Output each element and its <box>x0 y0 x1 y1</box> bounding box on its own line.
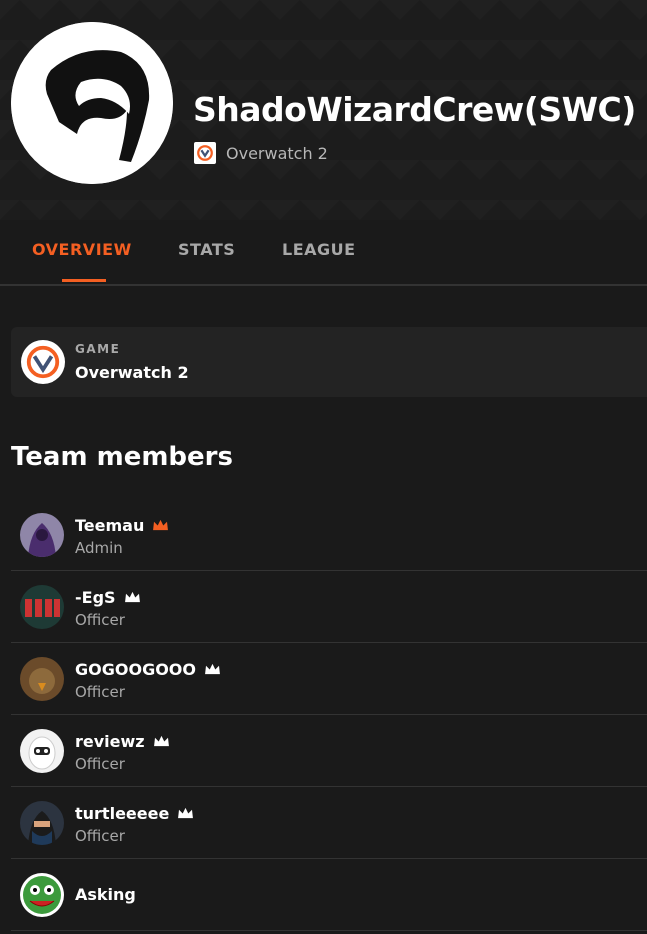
member-name: Teemau <box>75 516 169 535</box>
member-name: -EgS <box>75 588 141 607</box>
crown-icon <box>178 807 194 819</box>
member-name: Asking <box>75 885 136 904</box>
avatar <box>20 513 64 557</box>
team-logo <box>11 22 173 184</box>
game-card-label: GAME <box>75 342 121 356</box>
member-role: Officer <box>75 683 125 701</box>
member-name: reviewz <box>75 732 170 751</box>
member-row[interactable]: turtleeeee Officer <box>11 787 647 859</box>
member-row[interactable]: Asking <box>11 859 647 931</box>
crown-icon <box>124 591 140 603</box>
game-card-value: Overwatch 2 <box>75 363 189 382</box>
avatar <box>20 585 64 629</box>
team-header: ShadoWizardCrew(SWC) Overwatch 2 <box>0 0 647 220</box>
member-list: Teemau Admin -EgS Officer GOGOOGOOO Offi… <box>11 499 647 931</box>
game-card[interactable]: GAME Overwatch 2 <box>11 327 647 397</box>
crown-icon <box>153 735 169 747</box>
member-name: turtleeeee <box>75 804 194 823</box>
tab-overview[interactable]: OVERVIEW <box>32 240 132 259</box>
overwatch-icon <box>21 340 65 384</box>
member-row[interactable]: -EgS Officer <box>11 571 647 643</box>
profile-tabs: OVERVIEW STATS LEAGUE <box>0 220 647 286</box>
member-name-text: reviewz <box>75 732 145 751</box>
member-role: Admin <box>75 539 123 557</box>
team-game[interactable]: Overwatch 2 <box>194 142 328 164</box>
active-tab-indicator <box>62 279 106 282</box>
member-role: Officer <box>75 611 125 629</box>
member-name-text: Teemau <box>75 516 145 535</box>
members-section-title: Team members <box>11 442 233 472</box>
member-name-text: GOGOOGOOO <box>75 660 197 679</box>
avatar <box>20 873 64 917</box>
team-name: ShadoWizardCrew(SWC) <box>193 90 636 129</box>
member-row[interactable]: GOGOOGOOO Officer <box>11 643 647 715</box>
tab-league[interactable]: LEAGUE <box>282 240 356 259</box>
tab-stats[interactable]: STATS <box>178 240 235 259</box>
avatar <box>20 729 64 773</box>
team-game-label: Overwatch 2 <box>226 143 328 163</box>
member-role: Officer <box>75 827 125 845</box>
crown-icon <box>153 519 169 531</box>
member-row[interactable]: Teemau Admin <box>11 499 647 571</box>
member-name-text: -EgS <box>75 588 116 607</box>
overwatch-icon <box>194 142 216 164</box>
member-name-text: turtleeeee <box>75 804 170 823</box>
member-name: GOGOOGOOO <box>75 660 221 679</box>
crown-icon <box>205 663 220 675</box>
avatar <box>20 657 64 701</box>
member-role: Officer <box>75 755 125 773</box>
avatar <box>20 801 64 845</box>
member-row[interactable]: reviewz Officer <box>11 715 647 787</box>
member-name-text: Asking <box>75 885 136 904</box>
